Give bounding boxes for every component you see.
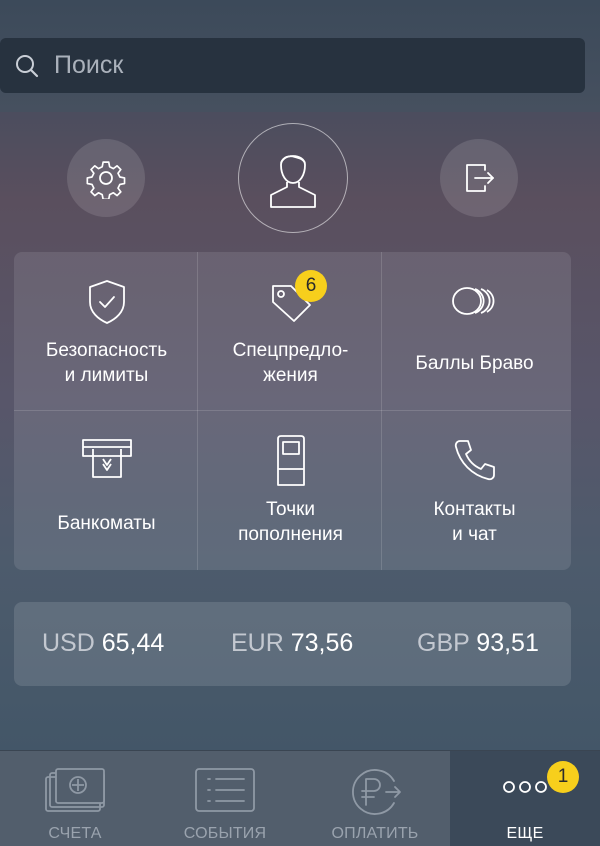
gear-icon [86,161,126,199]
coins-icon [451,287,494,315]
currency-value: 65,44 [101,629,165,657]
currency-value: 93,51 [476,629,539,657]
currency-code: EUR [231,629,284,657]
menu-item-security[interactable]: Безопасность и лимиты [14,252,199,411]
menu-item-label: Контакты и чат [433,499,516,545]
bottom-tab-bar: СЧЕТА СОБЫТИЯ ОПЛАТИТЬ 1 ЕЩЕ [0,750,600,846]
settings-button[interactable] [67,139,145,217]
terminal-icon [276,435,305,486]
profile-button[interactable] [238,123,348,233]
tab-events[interactable]: СОБЫТИЯ [150,751,300,846]
tab-label: СОБЫТИЯ [183,825,267,842]
menu-item-topup-points[interactable]: Точки пополнения [198,411,383,570]
search-bar[interactable] [0,38,585,93]
rate-eur: EUR 73,56 [231,629,353,658]
menu-item-label: Безопасность и лимиты [45,340,168,386]
menu-item-offers[interactable]: 6 Спецпредло- жения [198,252,383,411]
more-badge: 1 [547,761,579,793]
search-input[interactable] [54,48,554,82]
atm-icon [81,439,132,478]
tab-label: СЧЕТА [48,825,102,842]
menu-item-label: Точки пополнения [238,499,343,545]
logout-icon [466,164,494,192]
offers-badge: 6 [295,270,327,302]
tab-pay[interactable]: ОПЛАТИТЬ [300,751,450,846]
shield-check-icon [88,280,125,324]
more-icon [503,781,547,793]
events-list-icon [195,768,255,812]
rate-usd: USD 65,44 [42,629,164,658]
rate-gbp: GBP 93,51 [417,629,539,658]
currency-code: GBP [417,629,470,657]
tab-accounts[interactable]: СЧЕТА [0,751,150,846]
search-icon [16,55,39,78]
accounts-icon [45,768,105,812]
menu-item-contacts-chat[interactable]: Контакты и чат [382,411,567,570]
exchange-rates: USD 65,44 EUR 73,56 GBP 93,51 [14,602,571,686]
tab-label: ЕЩЕ [506,825,544,842]
menu-item-bravo-points[interactable]: Баллы Браво [382,252,567,411]
tab-label: ОПЛАТИТЬ [331,825,419,842]
ruble-pay-icon [352,769,401,815]
menu-grid: Безопасность и лимиты 6 Спецпредло- жени… [14,252,571,570]
menu-item-atms[interactable]: Банкоматы [14,411,199,570]
tab-more[interactable]: 1 ЕЩЕ [450,751,600,846]
phone-icon [454,440,495,481]
user-icon [270,155,316,208]
menu-item-label: Баллы Браво [415,353,534,374]
currency-code: USD [42,629,95,657]
menu-item-label: Банкоматы [57,513,156,534]
currency-value: 73,56 [290,629,354,657]
logout-button[interactable] [440,139,518,217]
menu-item-label: Спецпредло- жения [232,340,349,386]
